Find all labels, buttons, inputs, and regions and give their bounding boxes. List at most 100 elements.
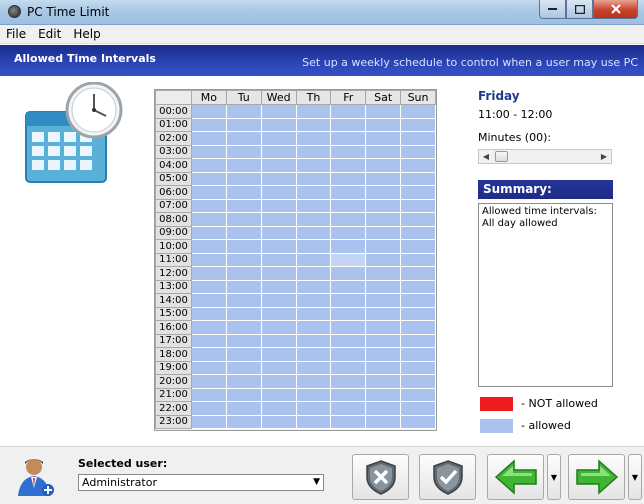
schedule-cell[interactable] bbox=[191, 401, 227, 416]
schedule-cell[interactable] bbox=[330, 212, 367, 227]
hour-label[interactable]: 06:00 bbox=[155, 185, 192, 200]
schedule-cell[interactable] bbox=[365, 374, 402, 389]
schedule-cell[interactable] bbox=[330, 117, 367, 132]
schedule-cell[interactable] bbox=[225, 117, 262, 132]
schedule-cell[interactable] bbox=[260, 144, 297, 159]
day-header-wed[interactable]: Wed bbox=[260, 90, 297, 105]
schedule-cell[interactable] bbox=[191, 414, 227, 429]
schedule-cell[interactable] bbox=[365, 360, 402, 375]
schedule-cell[interactable] bbox=[365, 198, 402, 213]
schedule-cell[interactable] bbox=[365, 333, 402, 348]
schedule-cell[interactable] bbox=[260, 104, 297, 119]
schedule-cell[interactable] bbox=[295, 279, 332, 294]
day-header-sun[interactable]: Sun bbox=[400, 90, 436, 105]
allow-button[interactable] bbox=[419, 454, 476, 500]
schedule-cell[interactable] bbox=[330, 306, 367, 321]
schedule-cell[interactable] bbox=[365, 158, 402, 173]
schedule-cell[interactable] bbox=[225, 333, 262, 348]
schedule-cell[interactable] bbox=[365, 279, 402, 294]
schedule-cell[interactable] bbox=[330, 387, 367, 402]
schedule-cell[interactable] bbox=[260, 252, 297, 267]
schedule-cell[interactable] bbox=[225, 401, 262, 416]
schedule-cell[interactable] bbox=[365, 144, 402, 159]
schedule-cell[interactable] bbox=[260, 131, 297, 146]
schedule-cell[interactable] bbox=[225, 293, 262, 308]
schedule-cell[interactable] bbox=[400, 239, 436, 254]
schedule-cell[interactable] bbox=[260, 171, 297, 186]
schedule-cell[interactable] bbox=[400, 387, 436, 402]
schedule-cell[interactable] bbox=[365, 171, 402, 186]
schedule-cell[interactable] bbox=[260, 158, 297, 173]
back-button[interactable] bbox=[487, 454, 544, 500]
schedule-cell[interactable] bbox=[330, 198, 367, 213]
schedule-cell[interactable] bbox=[400, 401, 436, 416]
schedule-cell[interactable] bbox=[400, 279, 436, 294]
schedule-cell[interactable] bbox=[191, 360, 227, 375]
schedule-cell[interactable] bbox=[365, 239, 402, 254]
schedule-cell[interactable] bbox=[191, 117, 227, 132]
schedule-cell[interactable] bbox=[400, 374, 436, 389]
schedule-cell[interactable] bbox=[295, 414, 332, 429]
schedule-cell[interactable] bbox=[260, 347, 297, 362]
schedule-cell[interactable] bbox=[191, 171, 227, 186]
schedule-cell[interactable] bbox=[365, 252, 402, 267]
schedule-cell[interactable] bbox=[191, 266, 227, 281]
schedule-cell[interactable] bbox=[400, 306, 436, 321]
schedule-cell[interactable] bbox=[330, 144, 367, 159]
minimize-button[interactable] bbox=[539, 0, 566, 19]
schedule-cell[interactable] bbox=[260, 401, 297, 416]
schedule-cell[interactable] bbox=[400, 144, 436, 159]
schedule-cell[interactable] bbox=[225, 387, 262, 402]
schedule-cell[interactable] bbox=[330, 333, 367, 348]
schedule-cell[interactable] bbox=[330, 401, 367, 416]
schedule-cell[interactable] bbox=[191, 144, 227, 159]
schedule-cell[interactable] bbox=[400, 171, 436, 186]
schedule-cell[interactable] bbox=[330, 104, 367, 119]
schedule-cell[interactable] bbox=[330, 320, 367, 335]
schedule-cell[interactable] bbox=[365, 401, 402, 416]
schedule-cell[interactable] bbox=[365, 320, 402, 335]
schedule-cell[interactable] bbox=[260, 117, 297, 132]
schedule-cell[interactable] bbox=[260, 306, 297, 321]
schedule-cell[interactable] bbox=[260, 414, 297, 429]
schedule-cell[interactable] bbox=[330, 279, 367, 294]
schedule-cell[interactable] bbox=[191, 333, 227, 348]
schedule-cell[interactable] bbox=[260, 225, 297, 240]
hour-label[interactable]: 10:00 bbox=[155, 239, 192, 254]
schedule-cell[interactable] bbox=[225, 374, 262, 389]
schedule-cell[interactable] bbox=[225, 360, 262, 375]
schedule-cell[interactable] bbox=[365, 225, 402, 240]
schedule-cell[interactable] bbox=[365, 347, 402, 362]
hour-label[interactable]: 22:00 bbox=[155, 401, 192, 416]
back-dropdown[interactable]: ▼ bbox=[547, 454, 561, 500]
schedule-cell[interactable] bbox=[295, 131, 332, 146]
hour-label[interactable]: 13:00 bbox=[155, 279, 192, 294]
schedule-cell[interactable] bbox=[191, 347, 227, 362]
schedule-cell[interactable] bbox=[260, 293, 297, 308]
schedule-cell[interactable] bbox=[225, 252, 262, 267]
schedule-cell[interactable] bbox=[295, 252, 332, 267]
schedule-cell[interactable] bbox=[330, 252, 367, 267]
schedule-cell[interactable] bbox=[225, 185, 262, 200]
schedule-cell[interactable] bbox=[260, 320, 297, 335]
schedule-cell[interactable] bbox=[260, 279, 297, 294]
schedule-cell[interactable] bbox=[330, 414, 367, 429]
schedule-cell[interactable] bbox=[400, 360, 436, 375]
schedule-cell[interactable] bbox=[295, 185, 332, 200]
schedule-cell[interactable] bbox=[225, 414, 262, 429]
schedule-cell[interactable] bbox=[365, 212, 402, 227]
menu-file[interactable]: File bbox=[6, 27, 26, 41]
schedule-cell[interactable] bbox=[365, 306, 402, 321]
schedule-cell[interactable] bbox=[191, 158, 227, 173]
schedule-cell[interactable] bbox=[225, 266, 262, 281]
schedule-cell[interactable] bbox=[225, 225, 262, 240]
hour-label[interactable]: 00:00 bbox=[155, 104, 192, 119]
forward-button[interactable] bbox=[568, 454, 625, 500]
hour-label[interactable]: 15:00 bbox=[155, 306, 192, 321]
schedule-cell[interactable] bbox=[225, 144, 262, 159]
schedule-cell[interactable] bbox=[260, 387, 297, 402]
day-header-th[interactable]: Th bbox=[295, 90, 332, 105]
schedule-cell[interactable] bbox=[295, 306, 332, 321]
schedule-cell[interactable] bbox=[330, 266, 367, 281]
hour-label[interactable]: 18:00 bbox=[155, 347, 192, 362]
